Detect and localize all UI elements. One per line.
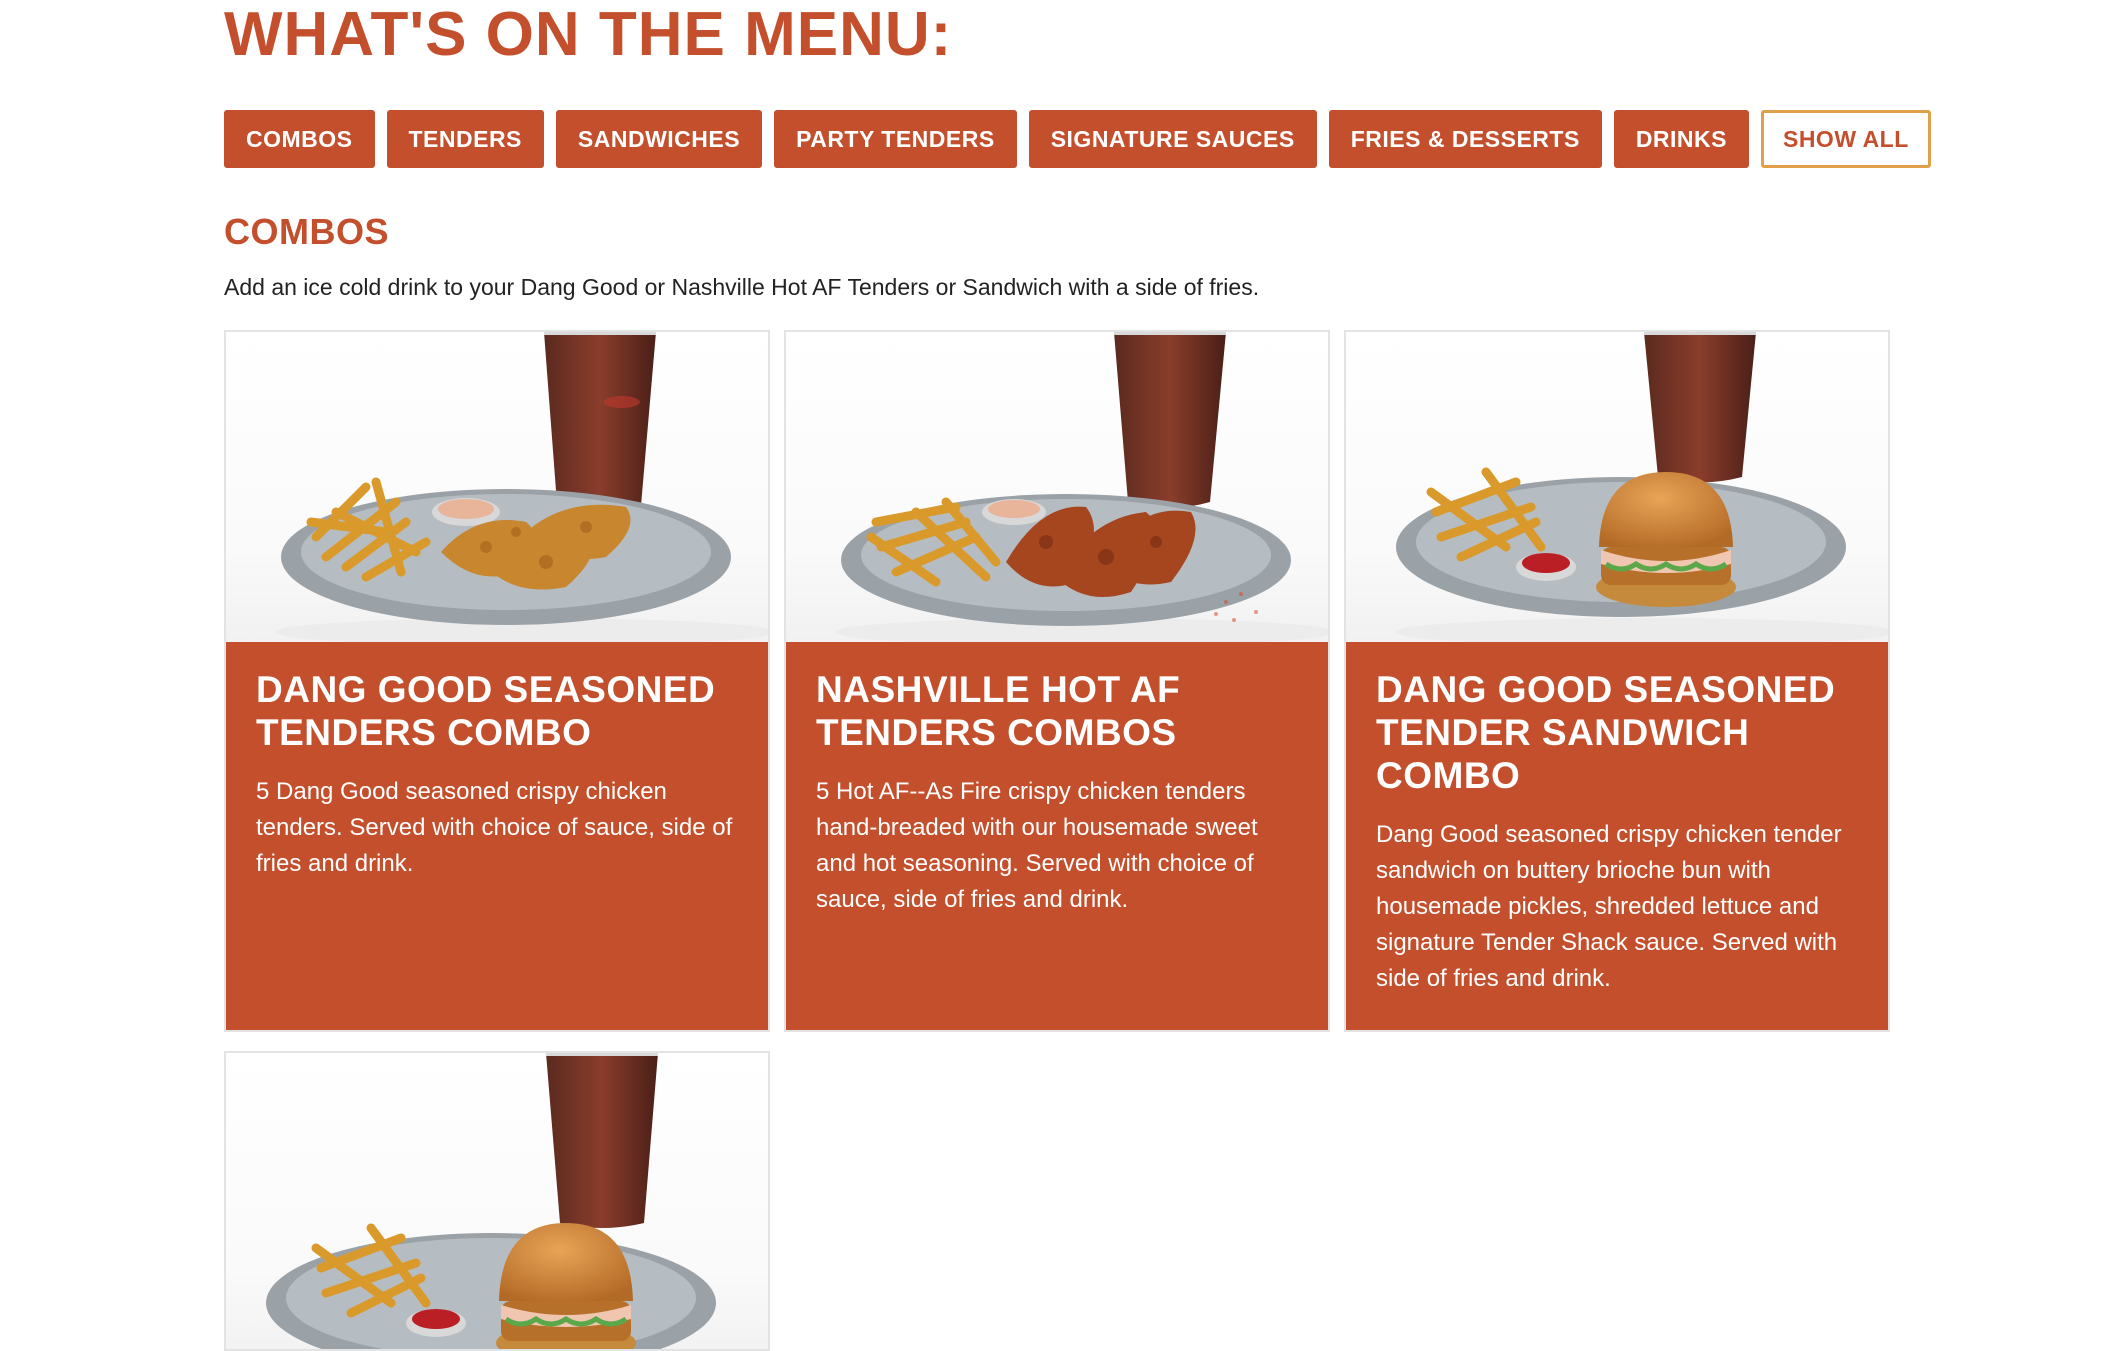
menu-item-card[interactable]: DANG GOOD SEASONED TENDER SANDWICH COMBO… (1344, 330, 1890, 1032)
menu-item-description: Dang Good seasoned crispy chicken tender… (1376, 821, 1842, 992)
filter-combos-button[interactable]: COMBOS (224, 110, 375, 168)
menu-item-description: 5 Dang Good seasoned crispy chicken tend… (256, 778, 733, 877)
menu-item-title: DANG GOOD SEASONED TENDER SANDWICH COMBO (1376, 669, 1836, 796)
menu-filter-bar: COMBOS TENDERS SANDWICHES PARTY TENDERS … (224, 110, 1931, 168)
sandwich-combo-food-photo-icon (266, 1053, 716, 1349)
menu-item-details: DANG GOOD SEASONED TENDER SANDWICH COMBO… (1346, 642, 1888, 1030)
menu-item-photo (1346, 332, 1888, 642)
menu-item-title: DANG GOOD SEASONED TENDERS COMBO (256, 669, 716, 753)
menu-item-photo (786, 332, 1328, 642)
filter-signature-sauces-button[interactable]: SIGNATURE SAUCES (1028, 110, 1317, 168)
menu-item-title: NASHVILLE HOT AF TENDERS COMBOS (816, 669, 1181, 753)
filter-sandwiches-button[interactable]: SANDWICHES (555, 110, 763, 168)
filter-drinks-button[interactable]: DRINKS (1613, 110, 1749, 168)
menu-item-details: DANG GOOD SEASONED TENDERS COMBO 5 Dang … (226, 642, 768, 1030)
page-title: WHAT'S ON THE MENU: (224, 0, 953, 69)
menu-item-card[interactable]: DANG GOOD SEASONED TENDERS COMBO 5 Dang … (224, 330, 770, 1032)
filter-party-tenders-button[interactable]: PARTY TENDERS (774, 110, 1017, 168)
section-title: COMBOS (224, 211, 389, 252)
filter-show-all-button[interactable]: SHOW ALL (1760, 110, 1931, 168)
menu-item-details: NASHVILLE HOT AF TENDERS COMBOS 5 Hot AF… (786, 642, 1328, 1030)
tenders-combo-food-photo-icon (276, 332, 768, 642)
menu-item-photo (226, 332, 768, 642)
menu-item-description: 5 Hot AF--As Fire crispy chicken tenders… (816, 778, 1258, 913)
menu-item-photo (226, 1053, 768, 1349)
filter-fries-desserts-button[interactable]: FRIES & DESSERTS (1328, 110, 1602, 168)
menu-item-card[interactable] (224, 1051, 770, 1351)
nashville-combo-food-photo-icon (836, 332, 1328, 642)
sandwich-combo-food-photo-icon (1396, 332, 1888, 642)
section-description: Add an ice cold drink to your Dang Good … (224, 274, 1260, 300)
filter-tenders-button[interactable]: TENDERS (386, 110, 544, 168)
menu-item-card[interactable]: NASHVILLE HOT AF TENDERS COMBOS 5 Hot AF… (784, 330, 1330, 1032)
